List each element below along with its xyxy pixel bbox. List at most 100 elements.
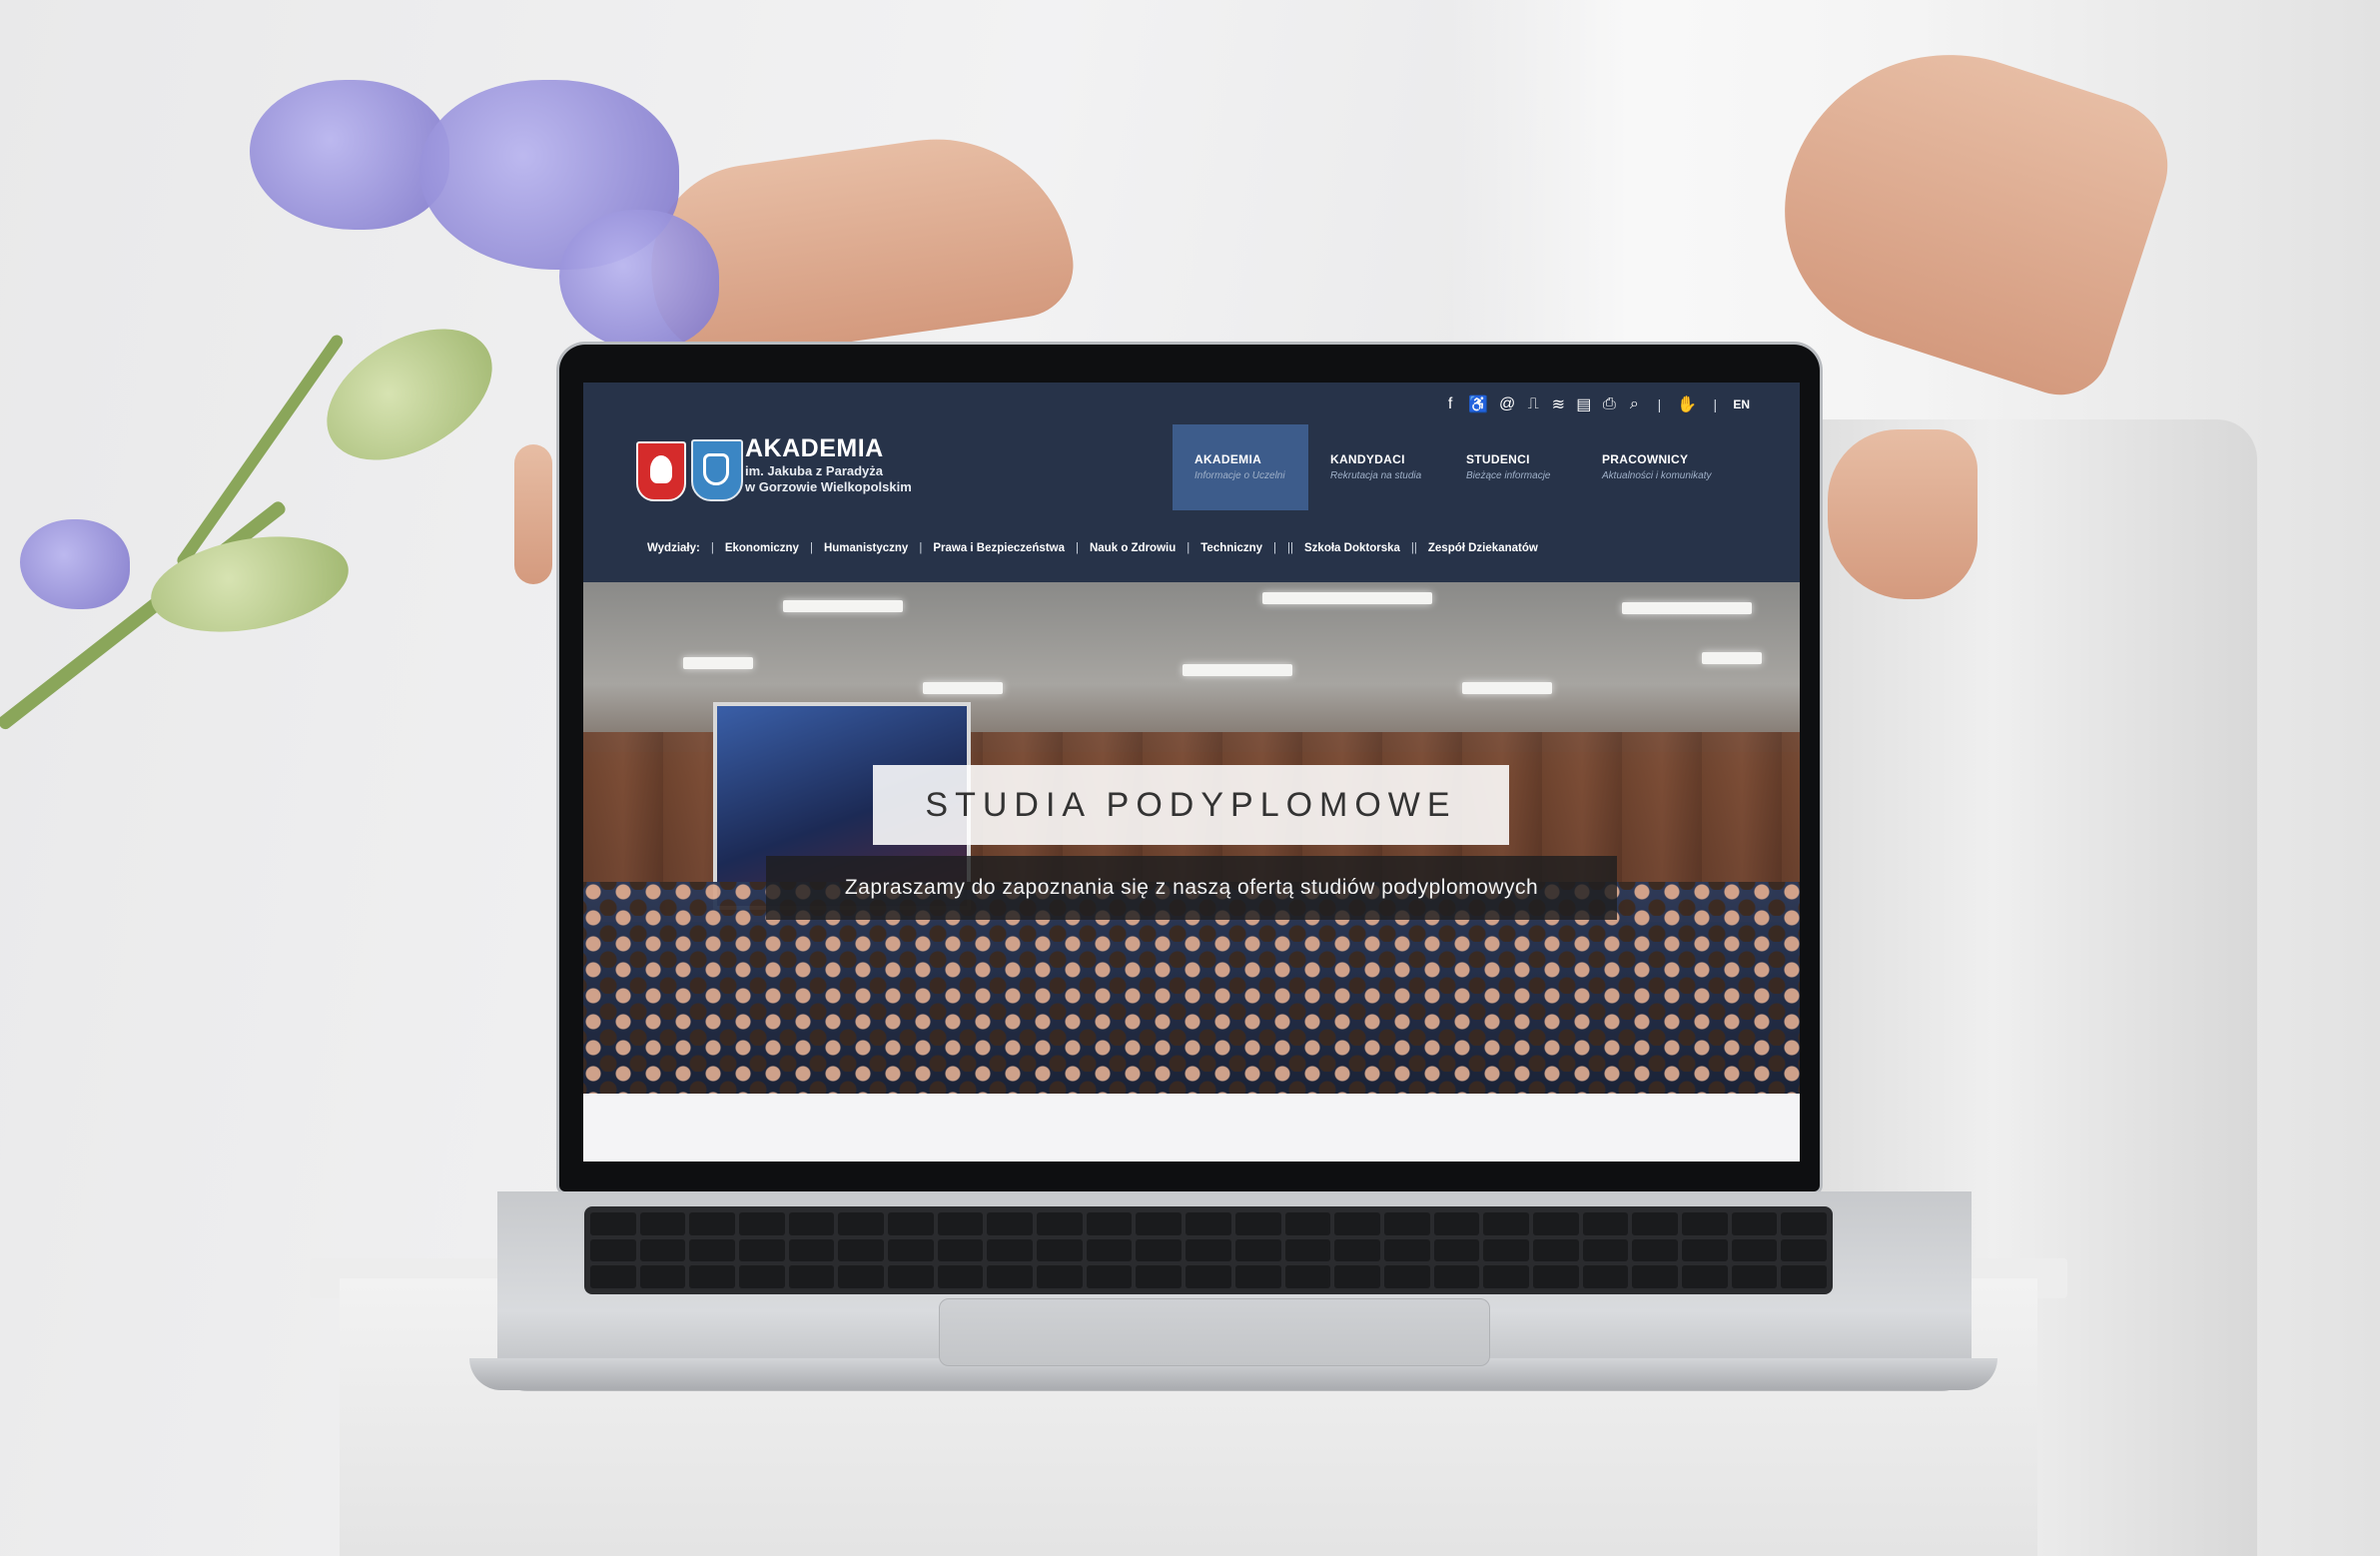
keyboard-key xyxy=(1781,1265,1827,1288)
top-icon-bar: f ♿ @ ⎍ ≋ ▤ ⎙ ⌕ | ✋ | EN xyxy=(1443,394,1750,414)
keyboard-key xyxy=(590,1265,636,1288)
keyboard-key xyxy=(937,1265,984,1288)
keyboard-key xyxy=(739,1238,785,1262)
laptop-trackpad xyxy=(939,1298,1490,1366)
keyboard-key xyxy=(639,1265,686,1288)
search-icon[interactable]: ⌕ xyxy=(1627,395,1641,413)
subnav-zespol-dziekanatow[interactable]: Zespół Dziekanatów xyxy=(1428,542,1538,554)
iris-petal xyxy=(250,80,449,230)
keyboard-key xyxy=(639,1238,686,1262)
keyboard-key xyxy=(1632,1265,1678,1288)
nav-title: STUDENCI xyxy=(1466,452,1530,466)
university-crest-logo[interactable] xyxy=(691,439,743,501)
nav-kandydaci[interactable]: KANDYDACI Rekrutacja na studia xyxy=(1308,424,1444,510)
keyboard-key xyxy=(1284,1212,1331,1235)
ceiling-light xyxy=(923,682,1003,694)
keyboard-key xyxy=(1284,1265,1331,1288)
keyboard-key xyxy=(1532,1212,1579,1235)
subnav-divider: | xyxy=(809,542,813,554)
keyboard-key xyxy=(1383,1238,1430,1262)
keyboard-key xyxy=(1086,1265,1133,1288)
subnav-zdrowie[interactable]: Nauk o Zdrowiu xyxy=(1090,542,1176,554)
document-icon[interactable]: ▤ xyxy=(1576,394,1591,414)
subnav-divider: | xyxy=(1187,542,1190,554)
keyboard-key xyxy=(1681,1238,1728,1262)
subnav-label: Wydziały: xyxy=(647,542,700,554)
keyboard-key xyxy=(1086,1212,1133,1235)
nav-title: PRACOWNICY xyxy=(1602,452,1689,466)
ceiling-light xyxy=(1462,682,1552,694)
laptop-keyboard xyxy=(584,1206,1833,1294)
laptop-screen: AKADEMIA im. Jakuba z Paradyża w Gorzowi… xyxy=(583,383,1800,1162)
sign-language-icon[interactable]: ✋ xyxy=(1677,394,1697,414)
keyboard-key xyxy=(1532,1265,1579,1288)
keyboard-key xyxy=(888,1212,934,1235)
bip-icon[interactable]: ⎍ xyxy=(1526,395,1540,413)
keyboard-key xyxy=(788,1212,835,1235)
print-icon[interactable]: ⎙ xyxy=(1602,395,1616,413)
nav-subtitle: Rekrutacja na studia xyxy=(1330,470,1422,481)
hero-banner: STUDIA PODYPLOMOWE Zapraszamy do zapozna… xyxy=(583,582,1800,1094)
keyboard-key xyxy=(1284,1238,1331,1262)
flower-bud-2 xyxy=(143,522,357,646)
keyboard-key xyxy=(1136,1212,1183,1235)
ceiling-light xyxy=(1622,602,1752,614)
nav-pracownicy[interactable]: PRACOWNICY Aktualności i komunikaty xyxy=(1580,424,1716,510)
separator: | xyxy=(1657,396,1662,412)
keyboard-key xyxy=(1186,1212,1231,1235)
subnav-szkola-doktorska[interactable]: Szkoła Doktorska xyxy=(1304,542,1400,554)
keyboard-key xyxy=(838,1212,885,1235)
keyboard-key xyxy=(1433,1238,1480,1262)
keyboard-key xyxy=(1334,1212,1380,1235)
keyboard-key xyxy=(1234,1265,1281,1288)
email-icon[interactable]: @ xyxy=(1499,395,1515,413)
keyboard-key xyxy=(987,1212,1034,1235)
keyboard-key xyxy=(1681,1212,1728,1235)
keyboard-key xyxy=(1632,1238,1678,1262)
nav-studenci[interactable]: STUDENCI Bieżące informacje xyxy=(1444,424,1580,510)
keyboard-key xyxy=(1781,1212,1827,1235)
flower-stem-2 xyxy=(175,333,346,569)
subnav-divider: | xyxy=(710,542,714,554)
keyboard-key xyxy=(1433,1265,1480,1288)
separator: | xyxy=(1713,396,1718,412)
keyboard-key xyxy=(1731,1212,1778,1235)
subnav-divider: || xyxy=(1410,542,1417,554)
faculty-subnav: Wydziały: | Ekonomiczny | Humanistyczny … xyxy=(647,542,1538,554)
keyboard-key xyxy=(1781,1238,1827,1262)
right-fingers xyxy=(1828,429,1978,599)
keyboard-key xyxy=(1186,1238,1231,1262)
keyboard-key xyxy=(1186,1265,1231,1288)
site-header: AKADEMIA im. Jakuba z Paradyża w Gorzowi… xyxy=(583,383,1800,582)
keyboard-key xyxy=(1234,1212,1281,1235)
brand-title[interactable]: AKADEMIA xyxy=(745,434,884,463)
subnav-techniczny[interactable]: Techniczny xyxy=(1200,542,1262,554)
nav-subtitle: Informacje o Uczelni xyxy=(1194,470,1285,481)
keyboard-key xyxy=(1037,1265,1083,1288)
subnav-divider: | xyxy=(1273,542,1277,554)
keyboard-key xyxy=(739,1265,785,1288)
keyboard-key xyxy=(1037,1238,1083,1262)
nav-akademia[interactable]: AKADEMIA Informacje o Uczelni xyxy=(1173,424,1308,510)
subnav-ekonomiczny[interactable]: Ekonomiczny xyxy=(725,542,799,554)
keyboard-key xyxy=(639,1212,686,1235)
keyboard-key xyxy=(1483,1238,1529,1262)
keyboard-key xyxy=(838,1265,885,1288)
keyboard-key xyxy=(1582,1238,1629,1262)
keyboard-key xyxy=(888,1265,934,1288)
nav-subtitle: Aktualności i komunikaty xyxy=(1602,470,1712,481)
subnav-divider: || xyxy=(1287,542,1294,554)
subnav-humanistyczny[interactable]: Humanistyczny xyxy=(824,542,908,554)
content-area xyxy=(583,1094,1800,1162)
poland-emblem-logo[interactable] xyxy=(636,441,686,501)
nav-title: AKADEMIA xyxy=(1194,452,1262,466)
brand-subtitle-line2: w Gorzowie Wielkopolskim xyxy=(745,479,912,494)
ceiling-light xyxy=(1262,592,1432,604)
keyboard-key xyxy=(1383,1212,1430,1235)
ceiling-light xyxy=(683,657,753,669)
wifi-icon[interactable]: ≋ xyxy=(1551,394,1565,414)
language-switch-en[interactable]: EN xyxy=(1733,397,1750,411)
facebook-icon[interactable]: f xyxy=(1443,395,1457,413)
subnav-prawa[interactable]: Prawa i Bezpieczeństwa xyxy=(933,542,1065,554)
accessibility-icon[interactable]: ♿ xyxy=(1468,394,1488,414)
